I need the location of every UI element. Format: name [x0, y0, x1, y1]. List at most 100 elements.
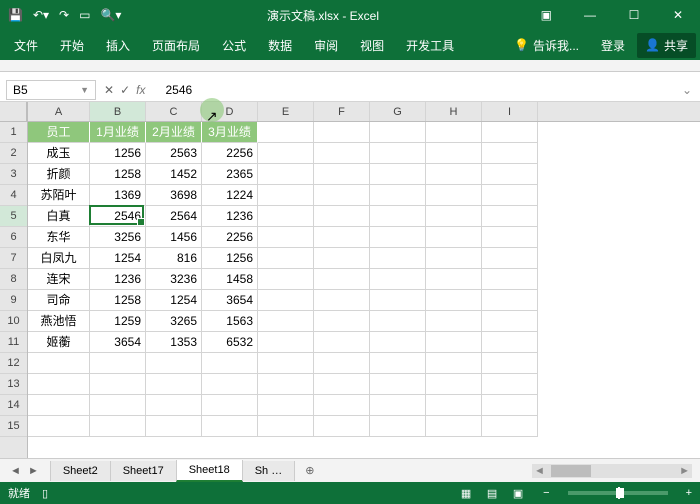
row-header[interactable]: 12 [0, 353, 27, 374]
cell[interactable] [482, 374, 538, 395]
cell[interactable] [426, 206, 482, 227]
cell[interactable]: 816 [146, 248, 202, 269]
sheet-tab[interactable]: Sh … [242, 461, 296, 481]
cell[interactable]: 3654 [202, 290, 258, 311]
cell[interactable] [482, 416, 538, 437]
cell[interactable] [90, 416, 146, 437]
row-header[interactable]: 11 [0, 332, 27, 353]
cell[interactable]: 1256 [90, 143, 146, 164]
undo-icon[interactable]: ↶▾ [33, 8, 49, 22]
cell[interactable] [258, 164, 314, 185]
cell[interactable] [90, 353, 146, 374]
accept-formula-icon[interactable]: ✓ [120, 83, 130, 97]
cell[interactable] [314, 374, 370, 395]
cell[interactable] [426, 122, 482, 143]
cell[interactable]: 东华 [28, 227, 90, 248]
cell[interactable]: 1月业绩 [90, 122, 146, 143]
cell[interactable]: 2256 [202, 143, 258, 164]
cell[interactable] [146, 395, 202, 416]
cell[interactable]: 1254 [146, 290, 202, 311]
ribbon-tab-data[interactable]: 数据 [258, 31, 302, 60]
cell[interactable]: 1224 [202, 185, 258, 206]
cell[interactable] [482, 311, 538, 332]
cell[interactable] [28, 416, 90, 437]
zoom-slider-thumb[interactable] [616, 488, 624, 498]
cell[interactable] [370, 269, 426, 290]
share-button[interactable]: 👤 共享 [637, 33, 696, 58]
cell[interactable]: 员工 [28, 122, 90, 143]
cell[interactable] [426, 374, 482, 395]
cell[interactable] [426, 227, 482, 248]
cell[interactable] [314, 248, 370, 269]
cell[interactable] [258, 395, 314, 416]
cell[interactable] [314, 332, 370, 353]
new-file-icon[interactable]: ▭ [79, 8, 90, 22]
column-header[interactable]: H [426, 102, 482, 121]
cell[interactable] [370, 227, 426, 248]
cell[interactable] [258, 248, 314, 269]
cell[interactable] [370, 311, 426, 332]
cell[interactable]: 3654 [90, 332, 146, 353]
redo-icon[interactable]: ↷ [59, 8, 69, 22]
cell[interactable] [482, 143, 538, 164]
cell[interactable] [482, 269, 538, 290]
cell[interactable] [258, 416, 314, 437]
ribbon-tab-developer[interactable]: 开发工具 [396, 31, 464, 60]
row-header[interactable]: 13 [0, 374, 27, 395]
cell[interactable] [28, 353, 90, 374]
zoom-in-button[interactable]: + [686, 487, 692, 499]
cell[interactable] [202, 416, 258, 437]
cell[interactable] [426, 143, 482, 164]
cell[interactable] [426, 353, 482, 374]
row-header[interactable]: 15 [0, 416, 27, 437]
cell[interactable] [202, 353, 258, 374]
cell[interactable]: 2564 [146, 206, 202, 227]
cell[interactable]: 3236 [146, 269, 202, 290]
scroll-left-icon[interactable]: ◄ [532, 465, 547, 477]
cell[interactable] [482, 248, 538, 269]
cells-container[interactable]: 员工1月业绩2月业绩3月业绩成玉125625632256折颜1258145223… [28, 122, 700, 437]
cell[interactable] [314, 206, 370, 227]
cell[interactable] [482, 227, 538, 248]
cell[interactable] [258, 227, 314, 248]
cell[interactable]: 3256 [90, 227, 146, 248]
cell[interactable] [370, 395, 426, 416]
cell[interactable]: 2月业绩 [146, 122, 202, 143]
cell[interactable]: 3月业绩 [202, 122, 258, 143]
row-header[interactable]: 7 [0, 248, 27, 269]
cell[interactable]: 1353 [146, 332, 202, 353]
cell[interactable]: 1236 [90, 269, 146, 290]
cell[interactable] [314, 353, 370, 374]
cell[interactable] [370, 143, 426, 164]
cell[interactable] [202, 374, 258, 395]
sheet-tab-active[interactable]: Sheet18 [176, 460, 243, 482]
cell[interactable] [202, 395, 258, 416]
row-header[interactable]: 6 [0, 227, 27, 248]
fx-icon[interactable]: fx [136, 83, 151, 97]
cell[interactable]: 1256 [202, 248, 258, 269]
ribbon-tab-file[interactable]: 文件 [4, 31, 48, 60]
normal-view-icon[interactable]: ▦ [453, 484, 479, 502]
cell[interactable] [314, 395, 370, 416]
cell[interactable] [482, 332, 538, 353]
cell[interactable]: 1563 [202, 311, 258, 332]
cell[interactable]: 1259 [90, 311, 146, 332]
ribbon-tab-review[interactable]: 审阅 [304, 31, 348, 60]
macro-record-icon[interactable]: ▯ [42, 487, 48, 500]
ribbon-tab-layout[interactable]: 页面布局 [142, 31, 210, 60]
scroll-right-icon[interactable]: ► [677, 465, 692, 477]
column-header[interactable]: A [28, 102, 90, 121]
cell[interactable] [482, 353, 538, 374]
cell[interactable] [370, 206, 426, 227]
cell[interactable]: 1258 [90, 290, 146, 311]
cell[interactable] [370, 164, 426, 185]
cell[interactable] [314, 290, 370, 311]
row-header[interactable]: 8 [0, 269, 27, 290]
cell[interactable] [258, 269, 314, 290]
column-header[interactable]: G [370, 102, 426, 121]
tell-me-button[interactable]: 告诉我... [531, 31, 589, 60]
row-header[interactable]: 10 [0, 311, 27, 332]
cell[interactable] [314, 122, 370, 143]
ribbon-tab-view[interactable]: 视图 [350, 31, 394, 60]
minimize-button[interactable]: — [568, 0, 612, 30]
